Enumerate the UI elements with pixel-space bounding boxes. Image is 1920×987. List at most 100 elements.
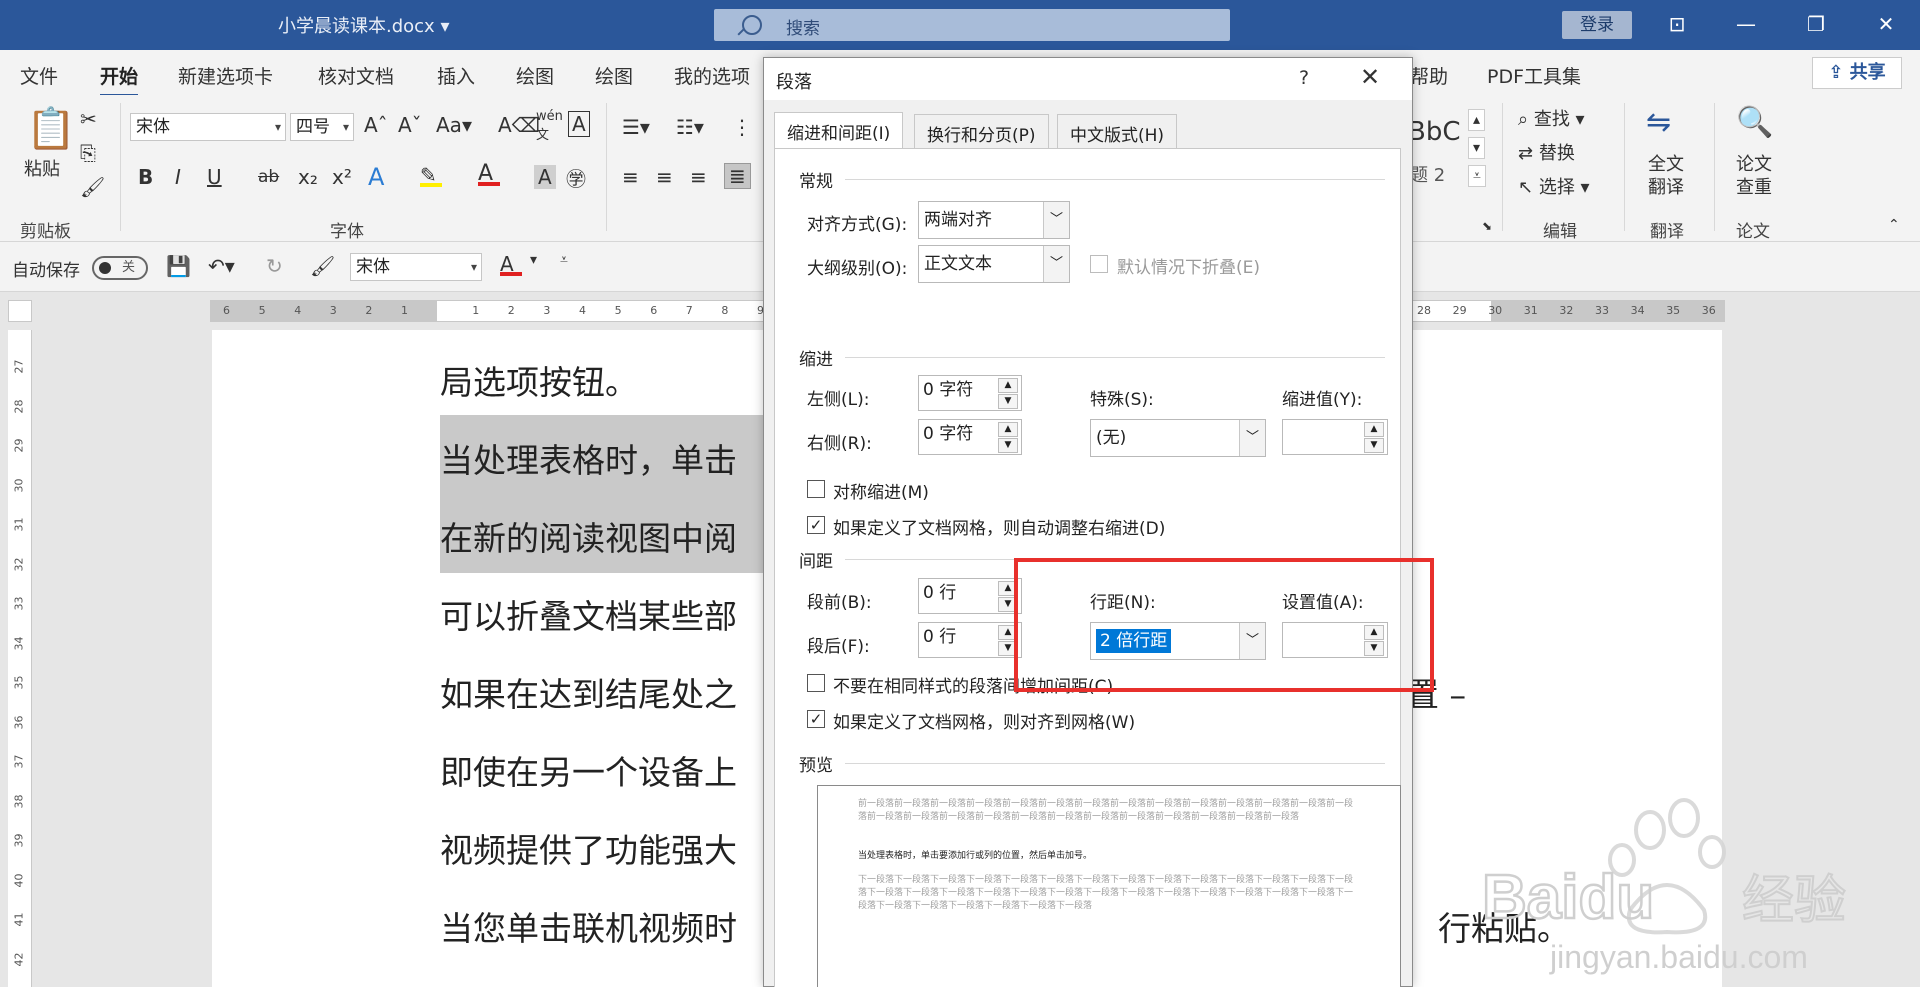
find-button[interactable]: ⌕ 查找 ▾ bbox=[1518, 105, 1585, 131]
right-indent-spinner[interactable]: 0 字符 ▲ ▼ bbox=[918, 419, 1022, 455]
tab-draw-2[interactable]: 绘图 bbox=[595, 62, 633, 89]
left-indent-spinner[interactable]: 0 字符 ▲ ▼ bbox=[918, 375, 1022, 411]
close-window-icon[interactable]: ✕ bbox=[1872, 10, 1900, 38]
close-icon[interactable]: ✕ bbox=[1360, 63, 1380, 91]
paper-check-button[interactable]: 论文查重 bbox=[1736, 153, 1776, 199]
strikethrough-button[interactable]: ab bbox=[258, 167, 279, 187]
multilevel-icon[interactable]: ⋮ bbox=[732, 115, 752, 139]
tab-review-doc[interactable]: 核对文档 bbox=[318, 62, 394, 89]
styles-more[interactable]: ⩡ bbox=[1468, 165, 1486, 187]
help-icon[interactable]: ? bbox=[1299, 67, 1309, 89]
ribbon-display-icon[interactable]: ⊡ bbox=[1663, 10, 1691, 38]
qat-font-color-icon[interactable]: A bbox=[500, 252, 522, 276]
phonetic-guide-icon[interactable]: wén 文 bbox=[536, 109, 563, 143]
outline-level-select[interactable]: 正文文本 ﹀ bbox=[918, 245, 1070, 283]
tab-my-options[interactable]: 我的选项 bbox=[674, 62, 750, 89]
justify-icon[interactable]: ≣ bbox=[724, 163, 751, 189]
qat-font-combo[interactable]: 宋体 ▾ bbox=[350, 253, 482, 281]
font-color-icon[interactable]: A bbox=[478, 161, 500, 186]
styles-scroll-down[interactable]: ▾ bbox=[1468, 137, 1486, 159]
tab-indent-spacing[interactable]: 缩进和间距(I) bbox=[774, 112, 904, 148]
tab-insert[interactable]: 插入 bbox=[437, 62, 475, 89]
tab-new[interactable]: 新建选项卡 bbox=[178, 62, 273, 89]
redo-icon[interactable]: ↻ bbox=[266, 254, 283, 278]
numbering-icon[interactable]: ☷▾ bbox=[676, 115, 704, 139]
replace-button[interactable]: ⇄ 替换 bbox=[1518, 139, 1575, 165]
tab-draw-1[interactable]: 绘图 bbox=[516, 62, 554, 89]
subscript-button[interactable]: x₂ bbox=[298, 165, 318, 189]
collapse-ribbon-icon[interactable]: ⌃ bbox=[1888, 217, 1900, 233]
spin-down-icon[interactable]: ▼ bbox=[998, 394, 1018, 409]
space-before-spinner[interactable]: 0 行 ▲ ▼ bbox=[918, 578, 1022, 614]
document-title[interactable]: 小学晨读课本.docx ▾ bbox=[278, 12, 449, 38]
share-button[interactable]: ⇪ 共享 bbox=[1812, 57, 1902, 89]
font-size-combo[interactable]: 四号 ▾ bbox=[290, 113, 354, 141]
paste-icon[interactable]: 📋 bbox=[26, 105, 76, 152]
change-case-icon[interactable]: Aa▾ bbox=[436, 113, 472, 137]
no-space-same-style-checkbox[interactable] bbox=[807, 674, 825, 692]
char-border-icon[interactable]: A bbox=[568, 111, 590, 137]
tab-home[interactable]: 开始 bbox=[100, 62, 139, 97]
tab-asian-typography[interactable]: 中文版式(H) bbox=[1057, 114, 1178, 148]
styles-scroll-up[interactable]: ▴ bbox=[1468, 109, 1486, 131]
undo-icon[interactable]: ↶▾ bbox=[208, 254, 235, 278]
qat-more-icon[interactable]: ▾ bbox=[530, 252, 537, 268]
snap-to-grid-checkbox[interactable]: ✓ bbox=[807, 710, 825, 728]
cut-icon[interactable]: ✂ bbox=[80, 107, 97, 131]
vertical-ruler[interactable]: 27 28 29 30 31 32 33 34 35 36 37 38 39 40 41 42 bbox=[8, 330, 32, 987]
format-painter-qat-icon[interactable]: 🖌 bbox=[310, 254, 335, 278]
search-box[interactable]: 搜索 bbox=[714, 9, 1230, 41]
translate-icon[interactable]: ⇋ bbox=[1646, 105, 1671, 140]
full-translate-button[interactable]: 全文翻译 bbox=[1648, 153, 1688, 199]
spin-up-icon[interactable]: ▲ bbox=[998, 422, 1018, 437]
indent-by-spinner[interactable]: ▲ ▼ bbox=[1282, 419, 1388, 455]
style-preview[interactable]: BbC bbox=[1408, 117, 1461, 147]
ruler-tab-selector[interactable] bbox=[8, 300, 32, 322]
restore-icon[interactable]: ❐ bbox=[1802, 10, 1830, 38]
copy-icon[interactable]: ⎘ bbox=[80, 141, 96, 165]
spin-up-icon[interactable]: ▲ bbox=[1364, 422, 1384, 437]
style-heading2[interactable]: 题 2 bbox=[1410, 161, 1445, 187]
enclose-char-icon[interactable]: ㊫ bbox=[566, 163, 586, 192]
font-name-combo[interactable]: 宋体 ▾ bbox=[130, 113, 286, 141]
clear-format-icon[interactable]: A⌫ bbox=[498, 113, 540, 137]
mirror-indent-checkbox[interactable] bbox=[807, 480, 825, 498]
align-right-icon[interactable]: ≡ bbox=[690, 165, 707, 189]
alignment-select[interactable]: 两端对齐 ﹀ bbox=[918, 201, 1070, 239]
italic-button[interactable]: I bbox=[175, 165, 181, 189]
paper-check-icon[interactable]: 🔍 bbox=[1736, 105, 1773, 140]
qat-customize-icon[interactable]: ⩡ bbox=[560, 252, 568, 268]
ruler-tick-label: 5 bbox=[258, 304, 266, 317]
special-indent-select[interactable]: (无) ﹀ bbox=[1090, 419, 1266, 457]
auto-adjust-indent-checkbox[interactable]: ✓ bbox=[807, 516, 825, 534]
select-button[interactable]: ↖ 选择 ▾ bbox=[1518, 173, 1590, 199]
styles-launcher-icon[interactable]: ⬊ bbox=[1482, 219, 1492, 233]
autosave-toggle[interactable]: 关 bbox=[92, 256, 148, 280]
tab-line-page-breaks[interactable]: 换行和分页(P) bbox=[914, 114, 1049, 148]
superscript-button[interactable]: x² bbox=[332, 165, 352, 189]
login-button[interactable]: 登录 bbox=[1562, 11, 1632, 39]
shrink-font-icon[interactable]: Aˇ bbox=[398, 113, 422, 137]
highlight-icon[interactable]: ✎ bbox=[420, 163, 442, 187]
align-center-icon[interactable]: ≡ bbox=[656, 165, 673, 189]
underline-button[interactable]: U bbox=[207, 165, 222, 189]
grow-font-icon[interactable]: Aˆ bbox=[364, 113, 388, 137]
tab-pdf[interactable]: PDF工具集 bbox=[1487, 62, 1581, 89]
space-after-spinner[interactable]: 0 行 ▲ ▼ bbox=[918, 622, 1022, 658]
spin-up-icon[interactable]: ▲ bbox=[998, 378, 1018, 393]
spin-down-icon[interactable]: ▼ bbox=[998, 438, 1018, 453]
minimize-icon[interactable]: — bbox=[1732, 10, 1760, 38]
char-shading-icon[interactable]: A bbox=[534, 165, 556, 189]
save-icon[interactable]: 💾 bbox=[166, 254, 191, 278]
collapse-checkbox[interactable] bbox=[1090, 255, 1108, 273]
text-effects-icon[interactable]: A bbox=[368, 163, 384, 191]
align-left-icon[interactable]: ≡ bbox=[622, 165, 639, 189]
bold-button[interactable]: B bbox=[138, 165, 153, 189]
bullets-icon[interactable]: ☰▾ bbox=[622, 115, 650, 139]
tab-help[interactable]: 帮助 bbox=[1410, 62, 1448, 89]
paste-label[interactable]: 粘贴 bbox=[24, 155, 60, 181]
format-painter-icon[interactable]: 🖌 bbox=[80, 175, 105, 199]
tab-file[interactable]: 文件 bbox=[20, 62, 58, 89]
spin-down-icon[interactable]: ▼ bbox=[1364, 438, 1384, 453]
dialog-titlebar[interactable]: 段落 ? ✕ bbox=[764, 58, 1412, 100]
